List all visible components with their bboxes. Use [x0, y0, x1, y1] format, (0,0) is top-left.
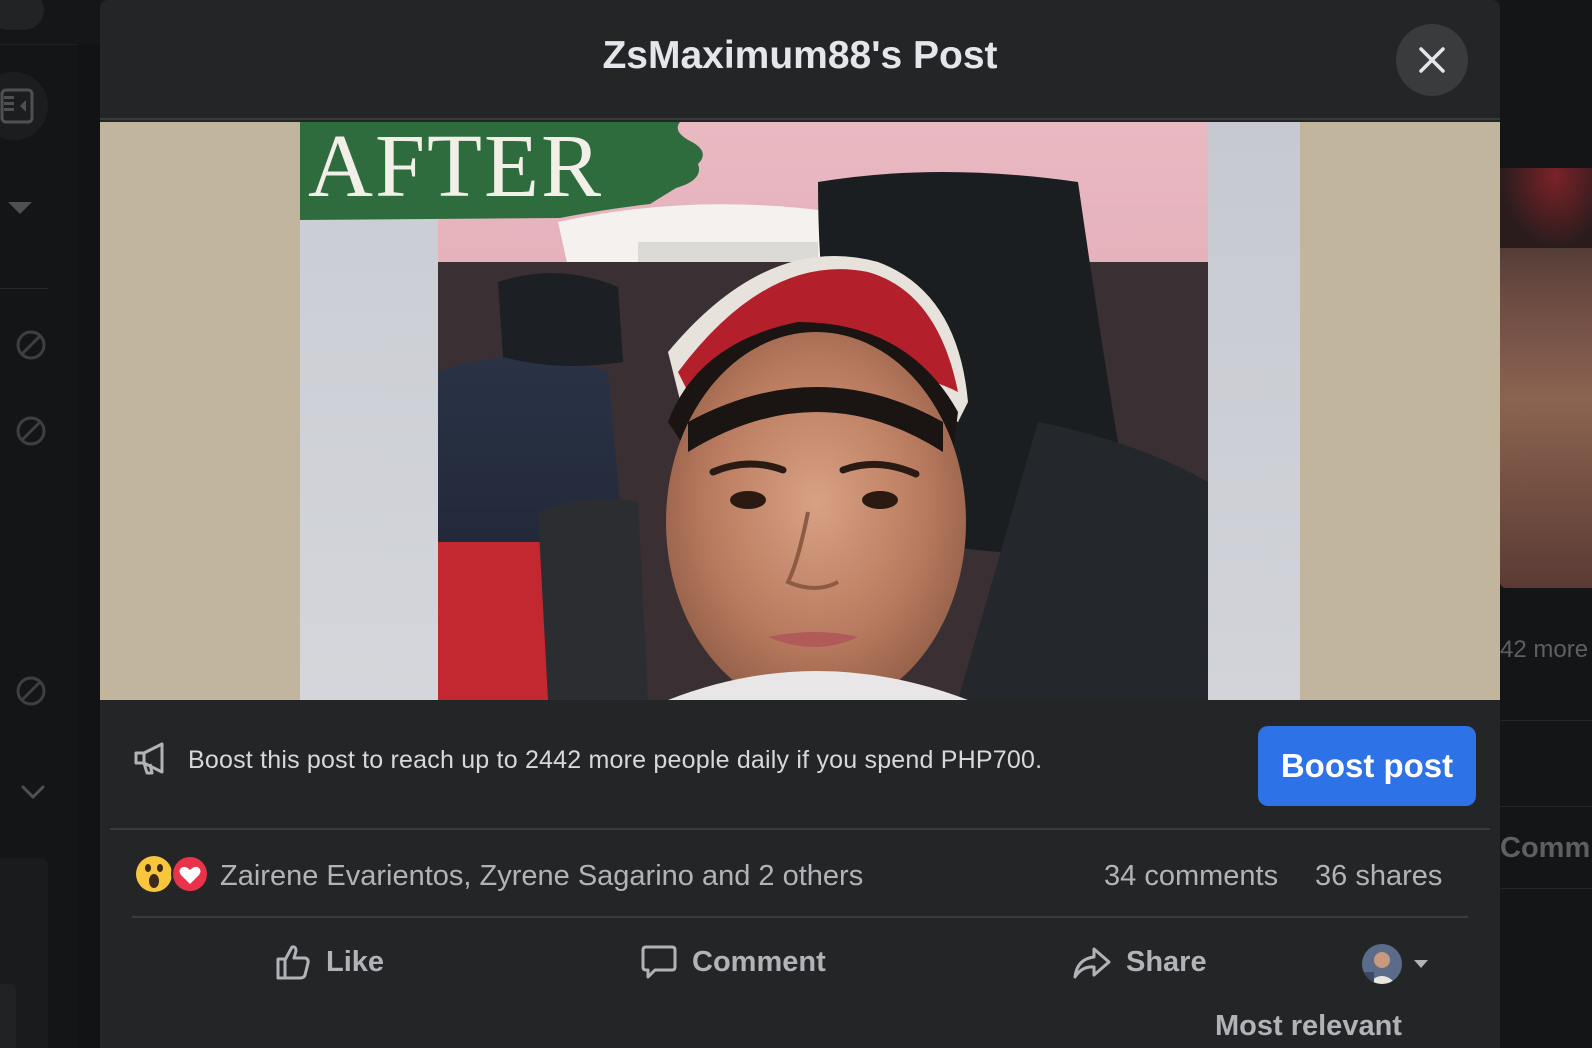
background-divider — [0, 288, 48, 289]
comments-count-link[interactable]: 34 comments — [1104, 860, 1278, 893]
share-button[interactable]: Share — [1072, 938, 1207, 986]
after-overlay-text: AFTER — [308, 122, 604, 216]
ban-icon — [16, 676, 46, 706]
background-divider — [1500, 720, 1592, 721]
love-heart-icon — [171, 855, 209, 893]
background-more-text: 42 more — [1500, 636, 1589, 663]
background-divider — [1500, 806, 1592, 807]
thumbs-up-icon — [276, 945, 310, 980]
avatar — [1362, 944, 1402, 984]
post-as-selector[interactable] — [1362, 942, 1442, 986]
background-divider — [1500, 888, 1592, 889]
modal-header: ZsMaximum88's Post — [100, 0, 1500, 120]
like-button[interactable]: Like — [274, 938, 384, 986]
sidebar-toggle-icon — [0, 88, 34, 124]
shares-count-link[interactable]: 36 shares — [1315, 860, 1442, 893]
post-actions: Like Comment Share — [100, 920, 1500, 1004]
share-label: Share — [1126, 945, 1207, 978]
modal-title: ZsMaximum88's Post — [602, 34, 998, 77]
boost-message: Boost this post to reach up to 2442 more… — [188, 746, 1043, 774]
megaphone-icon — [134, 742, 164, 775]
like-label: Like — [326, 945, 385, 978]
ban-icon — [16, 330, 46, 360]
close-icon — [1419, 47, 1445, 73]
wow-emoji-icon — [136, 856, 172, 892]
sidebar-toggle-button — [0, 72, 48, 140]
comment-button[interactable]: Comment — [640, 938, 826, 986]
photo-side-panel — [1208, 122, 1300, 700]
reaction-icons[interactable] — [134, 854, 214, 894]
comment-label: Comment — [692, 945, 826, 978]
post-modal: ZsMaximum88's Post AFTER Boost this post… — [100, 0, 1500, 1048]
ban-icon — [16, 416, 46, 446]
reaction-names-link[interactable]: Zairene Evarientos, Zyrene Sagarino and … — [220, 860, 863, 893]
chevron-down-icon — [21, 785, 45, 800]
background-photo-cap — [1500, 168, 1592, 248]
boost-bar: Boost this post to reach up to 2442 more… — [110, 700, 1490, 830]
boost-post-button[interactable]: Boost post — [1258, 726, 1476, 806]
background-comment-text: Comm — [1500, 832, 1591, 864]
reactions-summary: Zairene Evarientos, Zyrene Sagarino and … — [132, 830, 1468, 918]
share-arrow-icon — [1073, 947, 1111, 979]
background-card-edge — [0, 984, 16, 1048]
comment-bubble-icon — [641, 945, 677, 979]
caret-down-icon — [1414, 960, 1428, 968]
avatar-image — [1362, 944, 1402, 984]
background-nav-column — [78, 44, 100, 1048]
background-left-sidebar — [0, 0, 100, 1048]
close-button[interactable] — [1396, 24, 1468, 96]
post-photo[interactable]: AFTER — [100, 122, 1500, 700]
comments-sort-dropdown[interactable]: Most relevant — [1215, 1010, 1402, 1043]
background-right-feed: 42 more Comm — [1500, 0, 1592, 1048]
caret-down-icon — [8, 202, 32, 214]
